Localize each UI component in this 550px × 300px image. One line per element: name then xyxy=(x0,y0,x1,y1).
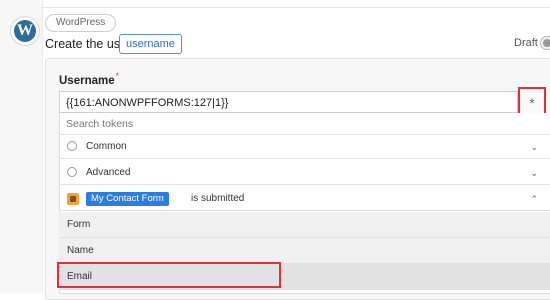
field-label-text: Username xyxy=(59,74,115,87)
status-label: Draft xyxy=(514,37,538,49)
token-item-form[interactable]: Form xyxy=(59,212,550,238)
toggle-knob xyxy=(543,39,550,47)
token-group-common[interactable]: Common ⌄ xyxy=(59,135,550,159)
token-group-trigger[interactable]: My Contact Form is submitted ⌃ xyxy=(59,187,550,211)
chevron-down-icon: ⌄ xyxy=(530,168,538,178)
form-badge: My Contact Form xyxy=(86,192,169,206)
chevron-up-icon: ⌃ xyxy=(530,194,538,204)
group-label: Common xyxy=(86,141,127,152)
username-input[interactable]: {{161:ANONWPFFORMS:127|1}} xyxy=(59,91,518,113)
group-label: Advanced xyxy=(86,167,131,178)
chevron-down-icon: ⌄ xyxy=(530,142,538,152)
pin-icon xyxy=(67,141,77,151)
token-item-name[interactable]: Name xyxy=(59,238,550,264)
trigger-suffix: is submitted xyxy=(191,193,245,204)
action-token-pill[interactable]: username xyxy=(119,34,182,54)
required-mark: * xyxy=(115,71,120,81)
pin-icon xyxy=(67,167,77,177)
app-badge: WordPress xyxy=(45,14,117,32)
email-highlight-box xyxy=(57,262,281,288)
token-group-advanced[interactable]: Advanced ⌄ xyxy=(59,161,550,185)
divider xyxy=(42,7,550,8)
wordpress-logo-icon: W xyxy=(10,16,40,46)
wpforms-logo-icon xyxy=(67,193,79,205)
field-label: Username* xyxy=(59,71,119,87)
draft-toggle[interactable] xyxy=(540,36,550,50)
token-search-input[interactable]: Search tokens xyxy=(59,113,550,135)
